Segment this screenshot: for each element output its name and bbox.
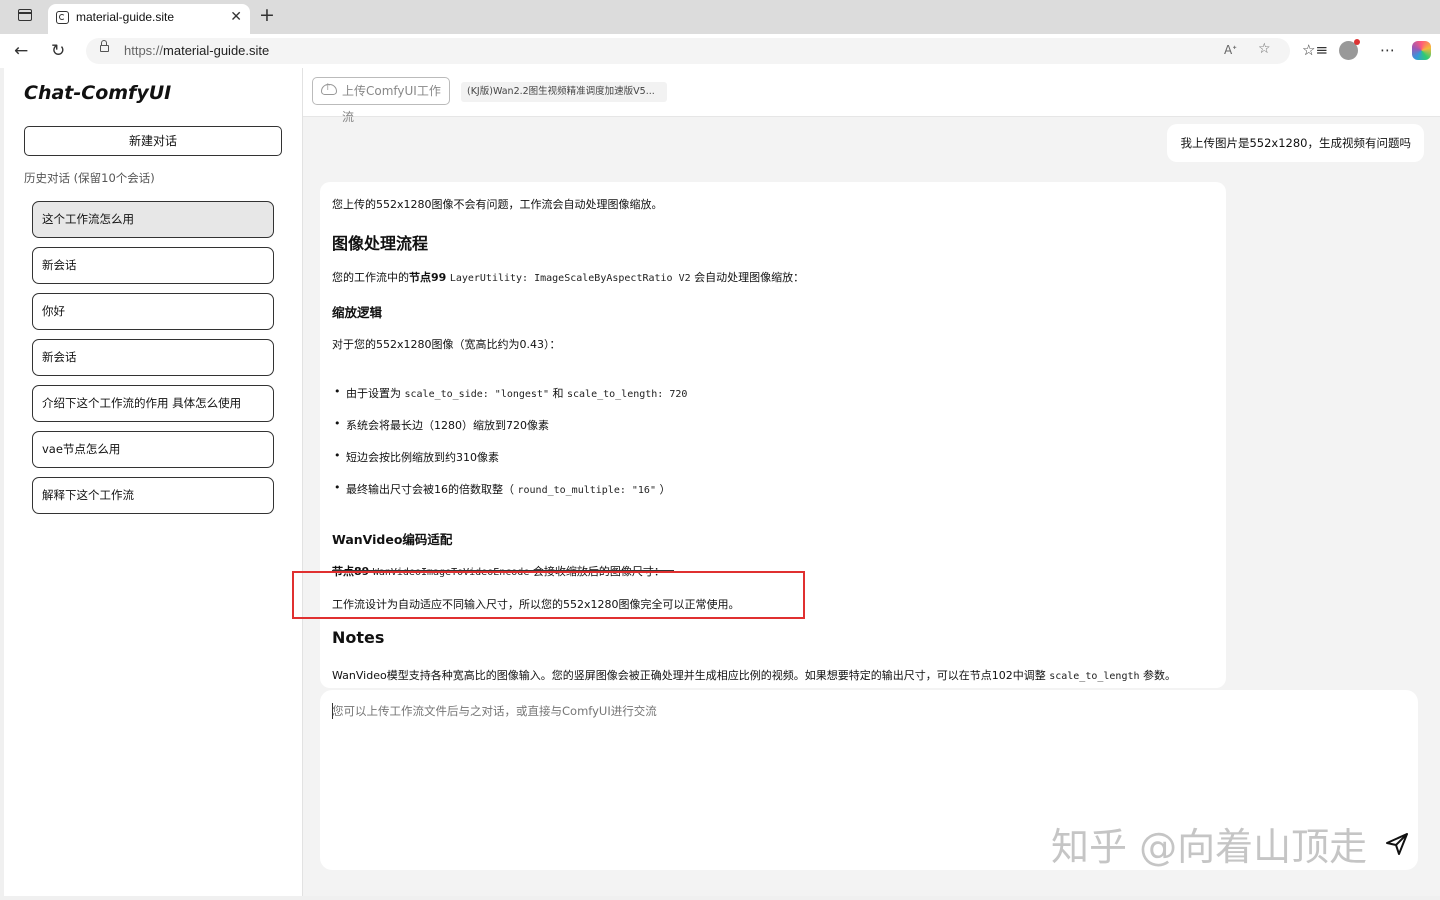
app-brand: Chat-ComfyUI <box>24 82 172 104</box>
chat-input[interactable] <box>332 702 1032 720</box>
history-item[interactable]: 介绍下这个工作流的作用 具体怎么使用 <box>32 385 274 422</box>
more-menu-icon[interactable]: ⋯ <box>1380 41 1395 59</box>
back-arrow-icon[interactable]: ← <box>14 41 28 61</box>
watermark: 知乎 @向着山顶走 <box>1051 825 1368 869</box>
ai-heading-logic: 缩放逻辑 <box>332 305 383 320</box>
browser-tab-bar: material-guide.site ✕ + <box>0 0 1440 34</box>
ai-logic-paragraph: 对于您的552x1280图像（宽高比约为0.43）： <box>332 338 561 351</box>
tab-close-icon[interactable]: ✕ <box>230 9 242 25</box>
app-window: Chat-ComfyUI 新建对话 历史对话 (保留10个会话) 这个工作流怎么… <box>4 68 1440 896</box>
chat-input-area[interactable]: 知乎 @向着山顶走 <box>320 690 1418 870</box>
text-caret <box>332 703 333 719</box>
sidebar-toggle-icon[interactable] <box>18 9 32 21</box>
history-item[interactable]: 新会话 <box>32 339 274 376</box>
ai-notes-paragraph: WanVideo模型支持各种宽高比的图像输入。您的竖屏图像会被正确处理并生成相应… <box>332 669 1177 682</box>
site-favicon-icon <box>56 11 69 24</box>
history-item[interactable]: 你好 <box>32 293 274 330</box>
list-item: • 系统会将最长边（1280）缩放到720像素 <box>334 417 549 432</box>
upload-workflow-button[interactable]: 上传ComfyUI工作流 <box>312 77 450 124</box>
history-item[interactable]: 解释下这个工作流 <box>32 477 274 514</box>
lock-icon <box>100 40 109 52</box>
highlight-annotation-box <box>292 571 805 619</box>
ai-intro: 您上传的552x1280图像不会有问题，工作流会自动处理图像缩放。 <box>332 198 663 211</box>
new-tab-icon[interactable]: + <box>259 4 275 26</box>
chat-topbar: 上传ComfyUI工作流 (KJ版)Wan2.2图生视频精准调度加速版V5... <box>303 68 1440 124</box>
ai-node-paragraph: 您的工作流中的节点99 LayerUtility: ImageScaleByAs… <box>332 271 805 284</box>
favorite-star-icon[interactable]: ☆ <box>1258 41 1271 57</box>
read-aloud-icon[interactable]: Aᐩ <box>1224 43 1237 57</box>
new-chat-button[interactable]: 新建对话 <box>24 126 282 156</box>
list-item: • 最终输出尺寸会被16的倍数取整（ round_to_multiple: "16… <box>334 481 671 496</box>
ai-heading-process: 图像处理流程 <box>332 234 429 253</box>
history-label: 历史对话 (保留10个会话) <box>24 171 155 185</box>
history-item[interactable]: 这个工作流怎么用 <box>32 201 274 238</box>
history-list: 这个工作流怎么用 新会话 你好 新会话 介绍下这个工作流的作用 具体怎么使用 v… <box>32 201 274 523</box>
upload-workflow-label: 上传ComfyUI工作流 <box>342 84 441 124</box>
url-text: https://material-guide.site <box>124 43 270 58</box>
profile-avatar-icon[interactable] <box>1339 39 1360 60</box>
list-item: • 短边会按比例缩放到约310像素 <box>334 449 499 464</box>
browser-address-bar: ← ↻ https://material-guide.site Aᐩ ☆ ☆≡ … <box>0 34 1440 68</box>
reload-icon[interactable]: ↻ <box>51 41 65 61</box>
user-message: 我上传图片是552x1280，生成视频有问题吗 <box>1167 124 1424 162</box>
copilot-icon[interactable] <box>1412 41 1431 60</box>
send-icon[interactable] <box>1384 831 1410 857</box>
url-field[interactable]: https://material-guide.site Aᐩ ☆ <box>86 38 1290 64</box>
favorites-list-icon[interactable]: ☆≡ <box>1302 41 1328 59</box>
history-item[interactable]: 新会话 <box>32 247 274 284</box>
workflow-file-tag[interactable]: (KJ版)Wan2.2图生视频精准调度加速版V5... <box>461 82 667 102</box>
history-item[interactable]: vae节点怎么用 <box>32 431 274 468</box>
ai-heading-notes: Notes <box>332 628 385 647</box>
list-item: • 由于设置为 scale_to_side: "longest" 和 scale_… <box>334 385 688 400</box>
browser-tab[interactable]: material-guide.site ✕ <box>48 4 250 34</box>
ai-heading-wanvideo: WanVideo编码适配 <box>332 532 453 547</box>
sidebar: Chat-ComfyUI 新建对话 历史对话 (保留10个会话) 这个工作流怎么… <box>4 68 303 896</box>
tab-title: material-guide.site <box>76 10 175 24</box>
chat-main: 上传ComfyUI工作流 (KJ版)Wan2.2图生视频精准调度加速版V5...… <box>303 68 1440 896</box>
cloud-upload-icon <box>321 82 337 95</box>
